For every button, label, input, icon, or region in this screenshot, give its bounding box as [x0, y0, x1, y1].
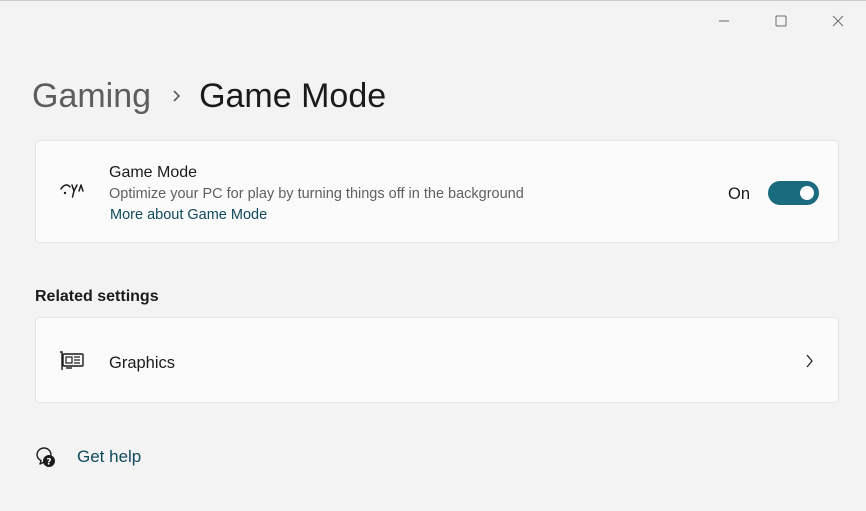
get-help-label: Get help [77, 447, 142, 466]
minimize-icon [718, 20, 729, 22]
chevron-right-icon [171, 89, 181, 103]
game-mode-card: Game Mode Optimize your PC for play by t… [35, 140, 839, 243]
chevron-right-icon [806, 354, 813, 368]
breadcrumb-parent-gaming[interactable]: Gaming [32, 75, 151, 117]
svg-text:?: ? [46, 458, 51, 468]
close-icon [832, 15, 843, 27]
graphics-label: Graphics [109, 354, 176, 372]
close-button[interactable] [809, 1, 866, 41]
game-mode-title: Game Mode [109, 164, 198, 181]
settings-window: Gaming Game Mode Game Mode Optimize your… [0, 0, 866, 511]
game-mode-toggle[interactable] [768, 181, 819, 205]
title-bar-controls [695, 1, 866, 41]
graphics-settings-row[interactable]: Graphics [35, 317, 839, 403]
game-mode-description: Optimize your PC for play by turning thi… [109, 186, 524, 202]
get-help-link[interactable]: ? Get help [34, 446, 141, 468]
page-title: Game Mode [199, 77, 387, 115]
maximize-button[interactable] [752, 1, 809, 41]
toggle-state-label: On [728, 185, 751, 203]
get-help-icon: ? [36, 447, 55, 468]
breadcrumb: Gaming Game Mode [32, 75, 386, 117]
more-about-game-mode-link[interactable]: More about Game Mode [110, 207, 267, 223]
game-mode-icon [60, 184, 84, 198]
maximize-icon [775, 15, 786, 27]
toggle-knob [800, 186, 814, 200]
related-settings-header: Related settings [35, 288, 159, 305]
minimize-button[interactable] [695, 1, 752, 41]
graphics-card-icon [60, 351, 84, 370]
